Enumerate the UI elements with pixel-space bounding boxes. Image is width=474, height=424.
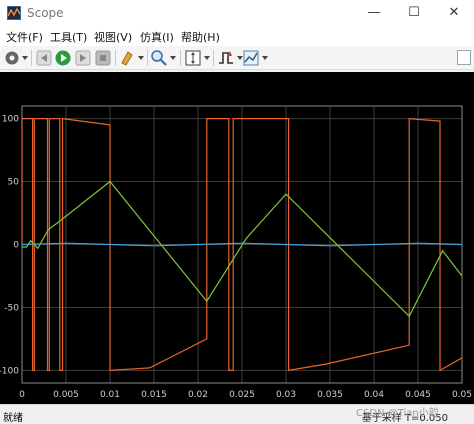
y-tick-label: 0 <box>13 241 19 251</box>
plot-area[interactable]: 100 50 0 -50 -100 0 0.005 0.01 0.015 0.02 0.025 0.… <box>0 72 474 404</box>
stop-icon[interactable] <box>94 49 112 67</box>
menu-view[interactable]: 视图(V) <box>94 29 132 45</box>
x-tick-label: 0.005 <box>53 390 79 400</box>
triggers-icon[interactable] <box>217 49 235 67</box>
x-tick-label: 0.025 <box>229 390 255 400</box>
maximize-button[interactable]: ☐ <box>394 1 434 25</box>
y-tick-label: 50 <box>8 178 20 188</box>
x-tick-label: 0.03 <box>276 390 296 400</box>
menu-tools[interactable]: 工具(T) <box>50 29 87 45</box>
x-tick-label: 0 <box>19 390 25 400</box>
zoom-dropdown-arrow[interactable] <box>170 56 176 60</box>
x-tick-label: 0.04 <box>364 390 384 400</box>
step-back-icon[interactable] <box>35 49 53 67</box>
dock-icon[interactable] <box>457 50 471 65</box>
toolbar-separator <box>115 50 116 66</box>
highlight-icon[interactable] <box>118 49 136 67</box>
scope-plot: 100 50 0 -50 -100 0 0.005 0.01 0.015 0.02 0.025 0.… <box>0 105 472 400</box>
toolbar-separator <box>147 50 148 66</box>
step-forward-icon[interactable] <box>74 49 92 67</box>
x-tick-label: 0.02 <box>188 390 208 400</box>
x-tick-label: 0.01 <box>100 390 120 400</box>
measurements-dropdown-arrow[interactable] <box>262 56 268 60</box>
toolbar-separator <box>31 50 32 66</box>
y-tick-label: 100 <box>2 115 19 125</box>
menu-help[interactable]: 帮助(H) <box>181 29 220 45</box>
menu-simulation[interactable]: 仿真(I) <box>140 29 174 45</box>
settings-icon[interactable] <box>3 49 21 67</box>
y-tick-label: -100 <box>0 366 19 376</box>
window-title: Scope <box>27 6 64 20</box>
autoscale-dropdown-arrow[interactable] <box>204 56 210 60</box>
x-tick-label: 0.045 <box>405 390 431 400</box>
cursor-measure-icon[interactable] <box>242 49 260 67</box>
run-icon[interactable] <box>54 49 72 67</box>
autoscale-icon[interactable] <box>184 49 202 67</box>
menu-file[interactable]: 文件(F) <box>6 29 43 45</box>
status-ready: 就绪 <box>3 413 23 424</box>
close-button[interactable]: ✕ <box>434 1 474 25</box>
x-tick-label: 0.035 <box>317 390 343 400</box>
zoom-icon[interactable] <box>150 49 168 67</box>
settings-dropdown-arrow[interactable] <box>22 56 28 60</box>
y-tick-labels: 100 50 0 -50 -100 <box>0 115 19 377</box>
menu-bar: 文件(F) 工具(T) 视图(V) 仿真(I) 帮助(H) <box>0 26 474 46</box>
x-tick-labels: 0 0.005 0.01 0.015 0.02 0.025 0.03 0.035 0.04 0.0… <box>19 390 472 400</box>
title-bar: Scope — ☐ ✕ <box>0 0 474 26</box>
minimize-button[interactable]: — <box>354 1 394 25</box>
toolbar <box>0 46 474 70</box>
scope-app-icon <box>7 6 21 20</box>
y-tick-label: -50 <box>4 303 19 313</box>
watermark: CSDN @Tian小韵 <box>356 408 439 419</box>
x-tick-label: 0.05 <box>452 390 472 400</box>
x-tick-label: 0.015 <box>141 390 167 400</box>
highlight-dropdown-arrow[interactable] <box>138 56 144 60</box>
toolbar-separator <box>180 50 181 66</box>
toolbar-separator <box>213 50 214 66</box>
